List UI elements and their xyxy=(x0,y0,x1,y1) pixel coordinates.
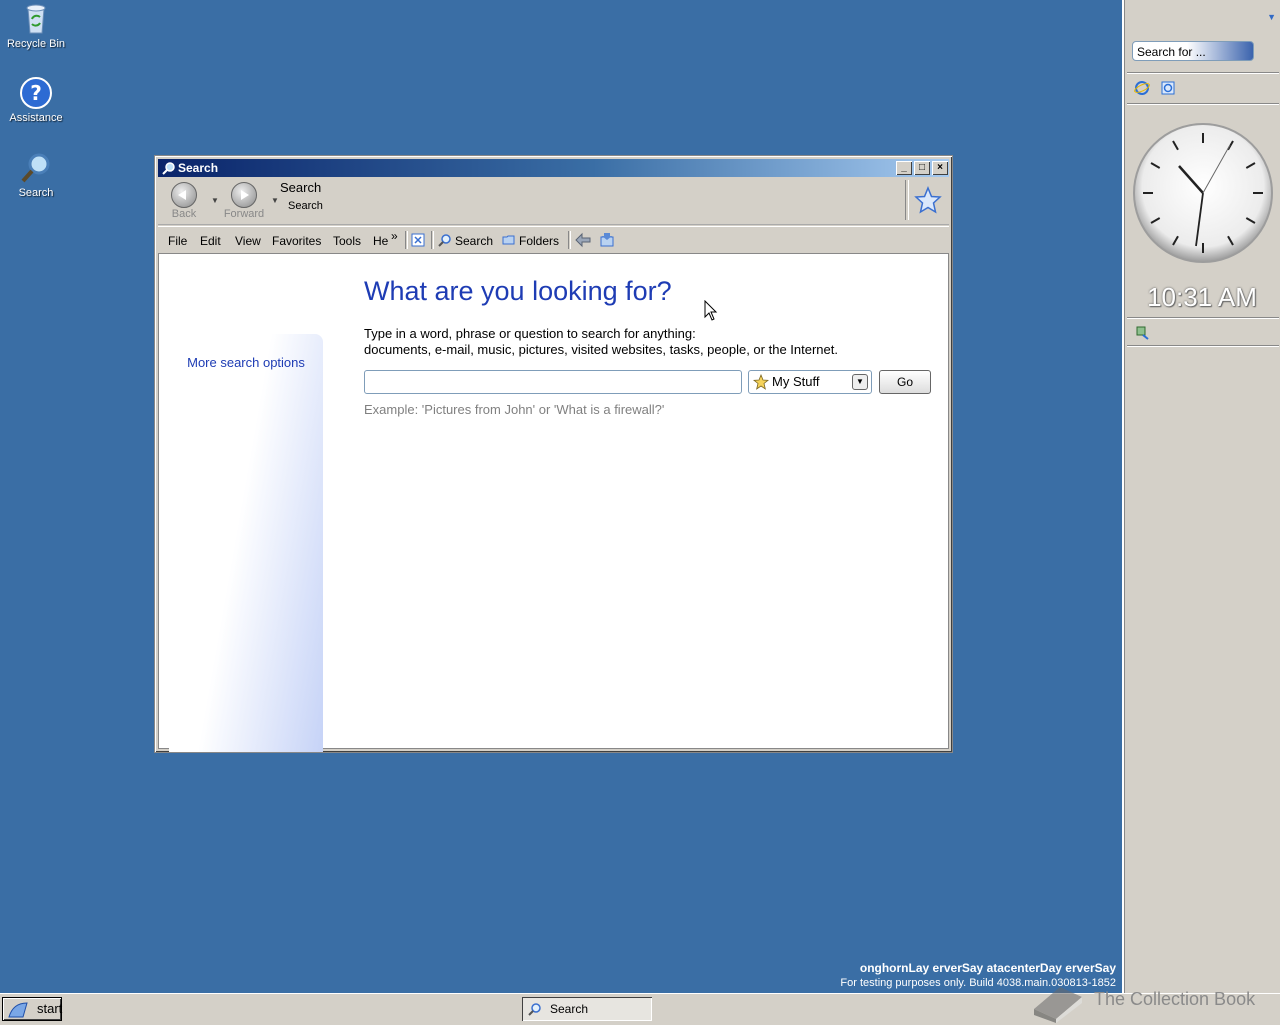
taskbar-item-label: Search xyxy=(550,1002,589,1016)
toolbar-search-label: Search xyxy=(455,234,494,248)
undo-icon[interactable] xyxy=(574,232,592,248)
menu-toolbar: File Edit View Favorites Tools He » Sear… xyxy=(158,226,949,254)
taskbar-item-search[interactable]: Search xyxy=(522,997,652,1021)
desktop-icon-label: Recycle Bin xyxy=(6,38,66,50)
menu-tools[interactable]: Tools xyxy=(333,234,361,248)
close-button[interactable]: × xyxy=(932,161,948,175)
desktop-icon-assistance[interactable]: ? Assistance xyxy=(0,76,72,124)
toolbar-separator xyxy=(405,231,408,249)
left-pane: More search options xyxy=(169,334,323,752)
menu-overflow-chevron[interactable]: » xyxy=(391,229,398,243)
network-tray-icon[interactable] xyxy=(1134,325,1150,341)
toolbar-search-button[interactable]: Search xyxy=(438,233,493,248)
mouse-cursor-icon xyxy=(704,300,718,321)
back-button[interactable]: Back xyxy=(162,182,206,220)
description-line-2: documents, e-mail, music, pictures, visi… xyxy=(364,342,838,357)
back-label: Back xyxy=(171,208,197,220)
collection-book-text: The Collection Book xyxy=(1094,989,1256,1009)
scope-value: My Stuff xyxy=(772,374,820,389)
menu-favorites[interactable]: Favorites xyxy=(272,234,321,248)
analog-clock xyxy=(1133,123,1273,263)
folders-icon xyxy=(502,235,515,245)
search-description: Type in a word, phrase or question to se… xyxy=(364,326,838,358)
forward-arrow-icon xyxy=(231,182,257,208)
desktop-icon-label: Search xyxy=(18,187,54,199)
recycle-bin-icon xyxy=(26,4,46,34)
move-to-icon[interactable] xyxy=(598,232,616,248)
sidebar-divider xyxy=(1127,317,1279,319)
sidebar-divider xyxy=(1127,103,1279,105)
maximize-button[interactable]: □ xyxy=(914,161,930,175)
chevron-down-icon: ▼ xyxy=(852,374,868,390)
minimize-button[interactable]: _ xyxy=(896,161,912,175)
sidebar-search-input[interactable]: Search for ... xyxy=(1132,41,1254,61)
search-icon xyxy=(528,1003,541,1016)
page-heading: What are you looking for? xyxy=(364,276,672,306)
star-icon xyxy=(753,374,769,390)
menu-view[interactable]: View xyxy=(235,234,261,248)
location-subtitle: Search xyxy=(288,200,323,212)
book-icon xyxy=(1034,987,1082,1023)
search-icon xyxy=(21,153,50,183)
svg-text:?: ? xyxy=(30,81,42,105)
quick-launch-icon[interactable] xyxy=(1160,80,1176,96)
search-icon xyxy=(438,234,451,247)
start-label: start xyxy=(37,1001,63,1016)
windows-logo-icon xyxy=(8,1002,28,1018)
internet-explorer-icon[interactable] xyxy=(1134,80,1150,96)
go-button[interactable]: Go xyxy=(879,370,931,394)
sidebar: ▼ Search for ... 10:31 AM xyxy=(1122,0,1280,993)
toolbar-separator xyxy=(431,231,434,249)
forward-label: Forward xyxy=(223,208,265,220)
desktop-icon-search[interactable]: Search xyxy=(0,151,72,199)
window-title: Search xyxy=(178,161,219,175)
forward-history-dropdown[interactable]: ▼ xyxy=(271,196,279,205)
sidebar-menu-chevron-icon[interactable]: ▼ xyxy=(1267,12,1276,22)
search-content-area: More search options What are you looking… xyxy=(158,253,949,752)
menu-edit[interactable]: Edit xyxy=(200,234,221,248)
location-title: Search xyxy=(280,180,322,195)
search-input[interactable] xyxy=(364,370,742,394)
search-scope-dropdown[interactable]: My Stuff ▼ xyxy=(748,370,872,394)
menu-file[interactable]: File xyxy=(168,234,187,248)
help-icon: ? xyxy=(20,77,52,109)
menu-help[interactable]: He xyxy=(373,234,388,248)
description-line-1: Type in a word, phrase or question to se… xyxy=(364,326,696,341)
start-button[interactable]: start xyxy=(2,997,62,1021)
desktop-icon-recycle-bin[interactable]: Recycle Bin xyxy=(0,2,72,50)
toolbar-separator xyxy=(568,231,571,249)
forward-button[interactable]: Forward xyxy=(222,182,266,220)
watermark-line-1: onghornLay erverSay atacenterDay erverSa… xyxy=(859,961,1116,975)
stop-icon[interactable] xyxy=(411,233,425,247)
search-window: Search _ □ × Back ▼ Forward ▼ Search Sea… xyxy=(154,155,953,753)
desktop-icon-label: Assistance xyxy=(9,112,63,124)
sidebar-divider xyxy=(1127,72,1279,74)
favorites-star-icon[interactable] xyxy=(914,186,942,214)
toolbar-folders-button[interactable]: Folders xyxy=(502,233,559,248)
back-arrow-icon xyxy=(171,182,197,208)
search-icon xyxy=(162,162,175,175)
collection-book-watermark: The Collection Book xyxy=(1030,975,1280,1024)
navbar-divider xyxy=(905,180,909,220)
sidebar-divider xyxy=(1127,345,1279,347)
navigation-bar: Back ▼ Forward ▼ Search Search xyxy=(158,178,949,225)
search-example-text: Example: 'Pictures from John' or 'What i… xyxy=(364,402,665,417)
back-history-dropdown[interactable]: ▼ xyxy=(211,196,219,205)
window-titlebar[interactable]: Search _ □ × xyxy=(158,159,949,177)
more-search-options-link[interactable]: More search options xyxy=(169,355,323,370)
toolbar-folders-label: Folders xyxy=(519,234,560,248)
clock-time: 10:31 AM xyxy=(1147,282,1257,312)
